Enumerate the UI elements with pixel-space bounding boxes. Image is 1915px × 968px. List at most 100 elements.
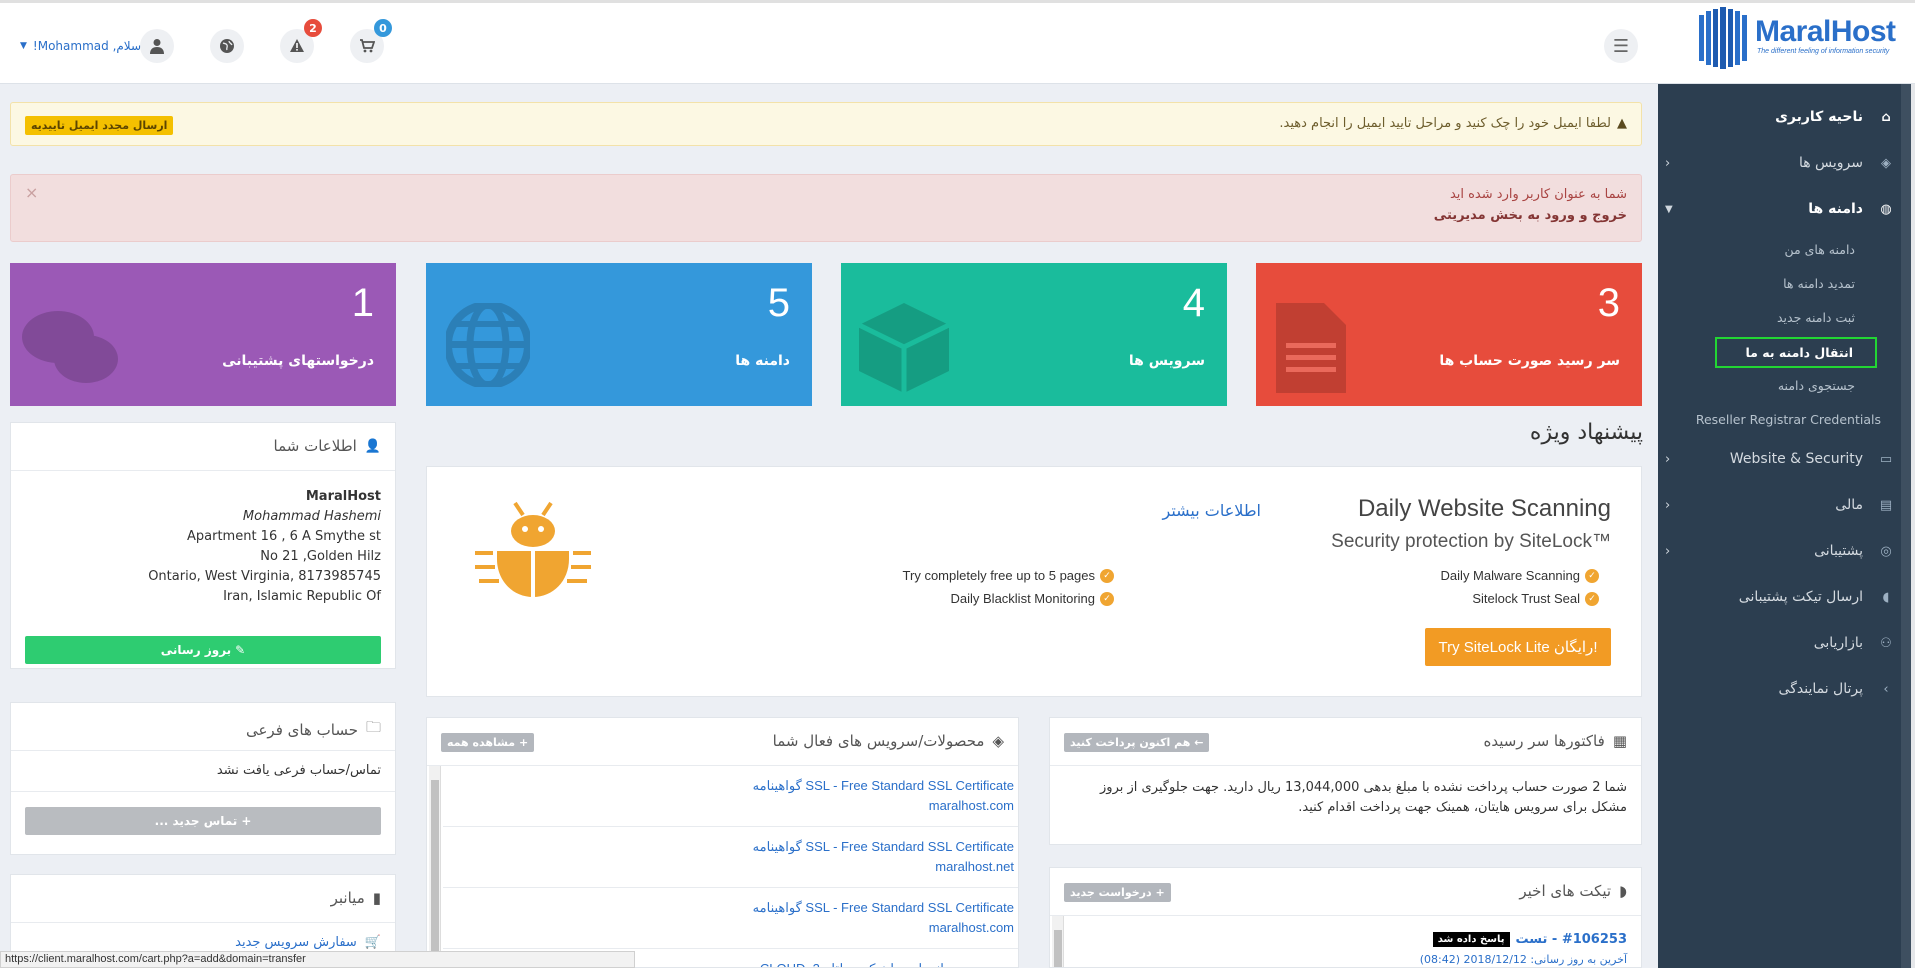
sidebar-item-label: Website & Security [1729, 451, 1863, 467]
product-link[interactable]: گواهینامه SSL - Free Standard SSL Certif… [753, 776, 1014, 816]
tickets-scrollbar[interactable] [1052, 916, 1064, 967]
arrow-left-icon: ← [1194, 736, 1204, 749]
globe-icon: ◍ [1880, 201, 1892, 217]
panel-title-text: محصولات/سرویس های فعال شما [772, 732, 985, 750]
bug-icon [475, 501, 591, 597]
email-verification-alert: ▲ لطفا ایمیل خود را چک کنید و مراحل تایی… [10, 102, 1642, 146]
panel-title-text: حساب های فرعی [245, 720, 358, 739]
home-icon: ⌂ [1881, 109, 1891, 125]
feature-text: Sitelock Trust Seal [1472, 591, 1580, 606]
user-greeting-dropdown[interactable]: سلام, Mohammad! ▼ [20, 39, 141, 53]
tile-overdue-invoices[interactable]: 3 سر رسید صورت حساب ها [1256, 263, 1642, 406]
maralhost-logo[interactable]: MaralHost The different feeling of infor… [1695, 7, 1896, 69]
try-sitelock-button[interactable]: Try SiteLock Lite رایگان! [1425, 628, 1611, 666]
sidebar-item-label: بازاریابی [1813, 635, 1863, 651]
tile-support-tickets[interactable]: 1 درخواستهای پشتیبانی [10, 263, 396, 406]
submenu-transfer-domain[interactable]: انتقال دامنه به ما [1715, 337, 1877, 368]
cart-icon: 🛒 [364, 935, 381, 950]
products-scrollbar[interactable] [429, 766, 441, 967]
product-row[interactable]: گواهینامه SSL - Free Standard SSL Certif… [443, 827, 1018, 888]
new-ticket-button[interactable]: + درخواست جدید [1064, 883, 1171, 902]
sidebar-item-label: مالی [1835, 497, 1863, 513]
learn-more-link[interactable]: اطلاعات بیشتر [1162, 501, 1261, 520]
address-line: No 21 ,Golden Hilz [260, 549, 381, 564]
sidebar-item-label: دامنه ها [1808, 201, 1863, 217]
no-contacts-text: تماس/حساب فرعی یافت نشد [216, 763, 381, 778]
sidebar-item-affiliates[interactable]: ⚇ بازاریابی [1661, 628, 1897, 658]
pay-now-button[interactable]: ← هم اکنون پرداخت کنید [1064, 733, 1210, 752]
view-all-button[interactable]: + مشاهده همه [441, 733, 535, 752]
submenu-register-domain[interactable]: ثبت دامنه جدید [1777, 310, 1855, 325]
sidebar-item-website-security[interactable]: ▭ Website & Security ‹ [1661, 444, 1897, 474]
submenu-domain-search[interactable]: جستجوی دامنه [1778, 378, 1855, 393]
ticket-id: #106253 - تست [1515, 932, 1628, 947]
menu-toggle-button[interactable]: ☰ [1604, 29, 1638, 63]
tile-services[interactable]: 4 سرویس ها [841, 263, 1227, 406]
new-contact-button[interactable]: + تماس جدید ... [25, 807, 381, 835]
language-button[interactable] [210, 29, 244, 63]
product-name: گواهینامه SSL - Free Standard SSL Certif… [752, 900, 1014, 915]
new-contact-label: تماس جدید ... [154, 814, 238, 828]
product-domain: maralhost.net [935, 859, 1014, 874]
active-products-panel: ◈ محصولات/سرویس های فعال شما + مشاهده هم… [426, 717, 1019, 968]
update-info-button[interactable]: ✎ بروز رسانی [25, 636, 381, 664]
pay-now-label: هم اکنون پرداخت کنید [1070, 736, 1191, 749]
cart-icon [360, 39, 375, 53]
feature-item: Sitelock Trust Seal ✓ [1472, 591, 1599, 606]
ticket-link[interactable]: #106253 - تست پاسخ داده شد [1432, 932, 1628, 947]
product-name: CLOUD_2 - سرویس میزبانی ابری لینوکس دلتا [760, 959, 1014, 967]
sidebar-item-reseller-portal[interactable]: › پرتال نمایندگی [1661, 674, 1897, 704]
panel-title: 🗀 حساب های فرعی [246, 717, 381, 742]
cart-button[interactable]: 0 [350, 19, 392, 63]
panel-title: ▮ میانبر [331, 889, 381, 907]
submenu-reseller-credentials[interactable]: Reseller Registrar Credentials [1696, 412, 1881, 427]
sub-accounts-panel: 🗀 حساب های فرعی تماس/حساب فرعی یافت نشد … [10, 702, 396, 855]
panel-header: ◈ محصولات/سرویس های فعال شما + مشاهده هم… [427, 718, 1018, 766]
your-info-panel: 👤 اطلاعات شما MaralHost Mohammad Hashemi… [10, 422, 396, 669]
product-link[interactable]: گواهینامه SSL - Free Standard SSL Certif… [753, 837, 1014, 877]
panel-title-text: فاکتورها سر رسیده [1483, 732, 1605, 750]
feature-text: Daily Blacklist Monitoring [950, 591, 1096, 606]
chevron-down-icon: ▼ [1665, 203, 1673, 215]
sidebar-scrollbar[interactable] [1901, 84, 1911, 968]
sidebar-item-support[interactable]: ◎ پشتیبانی ‹ [1661, 536, 1897, 566]
sidebar-item-domains[interactable]: ◍ دامنه ها ▼ [1661, 194, 1897, 224]
sidebar-item-dashboard[interactable]: ⌂ ناحیه کاربری [1661, 102, 1897, 132]
sidebar-item-open-ticket[interactable]: ◖ ارسال تیکت پشتیبانی [1661, 582, 1897, 612]
tile-label: درخواستهای پشتیبانی [222, 353, 374, 369]
update-button-label: بروز رسانی [160, 643, 232, 657]
globe-icon [220, 39, 234, 53]
tile-label: سرویس ها [1128, 353, 1205, 369]
plus-icon: + [241, 814, 252, 828]
scrollbar-thumb[interactable] [431, 780, 439, 960]
scrollbar-thumb[interactable] [1054, 930, 1062, 967]
product-name: گواهینامه SSL - Free Standard SSL Certif… [752, 839, 1014, 854]
resend-verification-button[interactable]: ارسال مجدد ایمیل تاییدیه [25, 116, 174, 135]
address-country: Iran, Islamic Republic Of [223, 589, 381, 604]
product-link[interactable]: CLOUD_2 - سرویس میزبانی ابری لینوکس دلتا [760, 959, 1014, 967]
shortcut-order-new-service[interactable]: 🛒 سفارش سرویس جدید [235, 935, 381, 950]
submenu-my-domains[interactable]: دامنه های من [1784, 242, 1855, 257]
hamburger-icon: ☰ [1612, 35, 1630, 57]
warning-icon [290, 39, 304, 52]
promo-subtitle: Security protection by SiteLock™ [1331, 531, 1611, 552]
browser-status-url: https://client.maralhost.com/cart.php?a=… [0, 951, 635, 968]
tile-label: سر رسید صورت حساب ها [1439, 353, 1620, 369]
close-icon[interactable]: × [25, 183, 38, 202]
sidebar-item-services[interactable]: ◈ سرویس ها ‹ [1661, 148, 1897, 178]
warning-icon: ▲ [1617, 116, 1627, 131]
sidebar-item-billing[interactable]: ▤ مالی ‹ [1661, 490, 1897, 520]
submenu-renew-domains[interactable]: تمدید دامنه ها [1783, 276, 1855, 291]
product-row[interactable]: گواهینامه SSL - Free Standard SSL Certif… [443, 766, 1018, 827]
return-to-admin-link[interactable]: خروج و ورود به بخش مدیریتی [1434, 208, 1627, 223]
product-row[interactable]: گواهینامه SSL - Free Standard SSL Certif… [443, 888, 1018, 949]
user-avatar-button[interactable] [140, 29, 174, 63]
alerts-button[interactable]: 2 [280, 19, 322, 63]
sidebar-item-label: سرویس ها [1798, 155, 1863, 171]
tile-domains[interactable]: 5 دامنه ها [426, 263, 812, 406]
admin-masquerade-alert: شما به عنوان کاربر وارد شده اید خروج و و… [10, 174, 1642, 242]
product-link[interactable]: گواهینامه SSL - Free Standard SSL Certif… [753, 898, 1014, 938]
client-address: MaralHost Mohammad Hashemi Apartment 16 … [148, 487, 381, 607]
panel-title: 👤 اطلاعات شما [274, 437, 381, 455]
promo-title: Daily Website Scanning [1357, 495, 1611, 522]
